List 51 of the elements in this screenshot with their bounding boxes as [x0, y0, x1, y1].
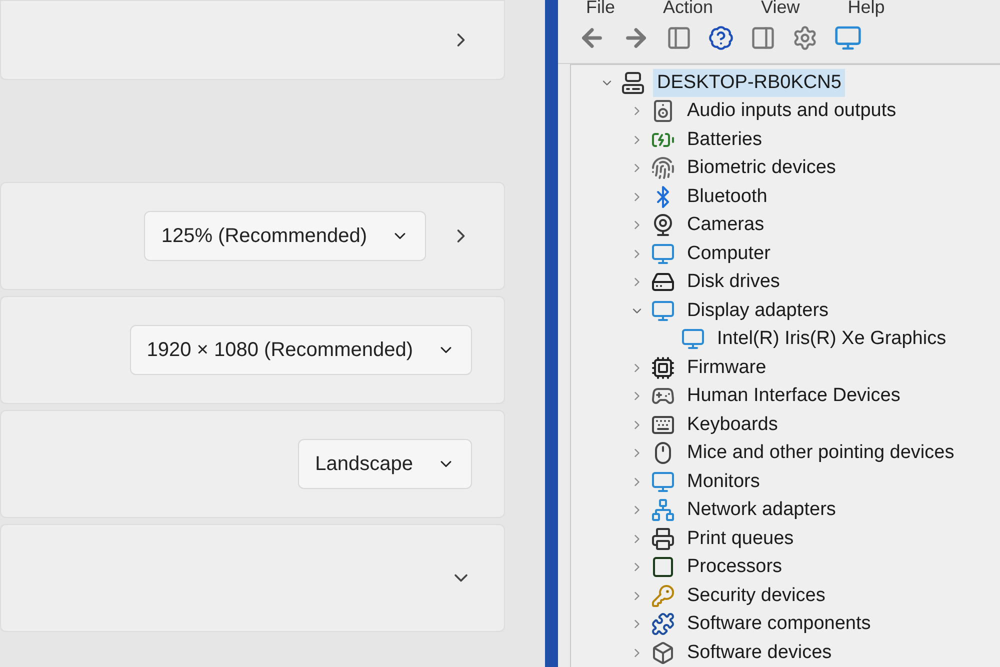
- tree-item[interactable]: Network adapters: [683, 496, 840, 524]
- tree-item[interactable]: Cameras: [683, 211, 768, 240]
- box-icon: [651, 640, 675, 665]
- network-icon: [651, 498, 675, 522]
- chip-icon: [651, 356, 675, 380]
- tree-item[interactable]: DESKTOP-RB0KCN5: [653, 68, 846, 97]
- monitor-icon: [651, 242, 675, 266]
- monitor-icon: [681, 327, 705, 352]
- webcam-icon: [651, 213, 675, 238]
- tree-item[interactable]: Monitors: [683, 468, 764, 496]
- tree-item[interactable]: Computer: [683, 240, 774, 268]
- settings-card[interactable]: 1920 × 1080 (Recommended): [0, 296, 505, 404]
- tree-item[interactable]: Print queues: [683, 524, 798, 553]
- settings-card[interactable]: Landscape: [0, 410, 505, 518]
- tree-item[interactable]: Bluetooth: [683, 182, 772, 211]
- tree-item[interactable]: Audio inputs and outputs: [683, 97, 900, 126]
- dropdown[interactable]: Landscape: [298, 439, 472, 489]
- tree-item[interactable]: Human Interface Devices: [683, 382, 904, 410]
- settings-card[interactable]: 125% (Recommended): [0, 182, 505, 290]
- tree-item[interactable]: Intel(R) Iris(R) Xe Graphics: [713, 325, 950, 354]
- tree-item[interactable]: Software devices: [683, 638, 836, 667]
- tree-item[interactable]: Processors: [683, 553, 786, 582]
- processor-icon: [651, 555, 675, 580]
- puzzle-icon: [651, 612, 675, 636]
- menu-item[interactable]: View: [761, 0, 800, 16]
- menu-item[interactable]: File: [586, 0, 616, 16]
- tree-item[interactable]: Software components: [683, 610, 875, 638]
- printer-icon: [651, 526, 675, 551]
- tree-item[interactable]: Mice and other pointing devices: [683, 439, 958, 468]
- settings-icon[interactable]: [792, 25, 818, 52]
- tree-item[interactable]: Display adapters: [683, 296, 833, 325]
- tree-item[interactable]: Firmware: [683, 354, 770, 382]
- help-icon[interactable]: [708, 25, 734, 52]
- computer-icon: [621, 70, 645, 95]
- speaker-icon: [651, 99, 675, 124]
- fingerprint-icon: [651, 156, 675, 180]
- tree-item[interactable]: Keyboards: [683, 410, 782, 439]
- menu-item[interactable]: Action: [663, 0, 714, 16]
- monitor-icon: [651, 470, 675, 494]
- menu-item[interactable]: Help: [848, 0, 885, 16]
- tree-item[interactable]: Disk drives: [683, 268, 784, 296]
- dropdown[interactable]: 1920 × 1080 (Recommended): [130, 325, 472, 375]
- monitor-icon[interactable]: [834, 24, 862, 52]
- tree-item[interactable]: Batteries: [683, 126, 766, 154]
- tree-item[interactable]: Biometric devices: [683, 154, 840, 182]
- tree-item[interactable]: Security devices: [683, 582, 830, 610]
- monitor-icon: [651, 298, 675, 323]
- panel-icon[interactable]: [750, 25, 776, 52]
- panel-icon[interactable]: [666, 25, 692, 52]
- key-icon: [651, 584, 675, 608]
- dropdown[interactable]: 125% (Recommended): [144, 211, 426, 261]
